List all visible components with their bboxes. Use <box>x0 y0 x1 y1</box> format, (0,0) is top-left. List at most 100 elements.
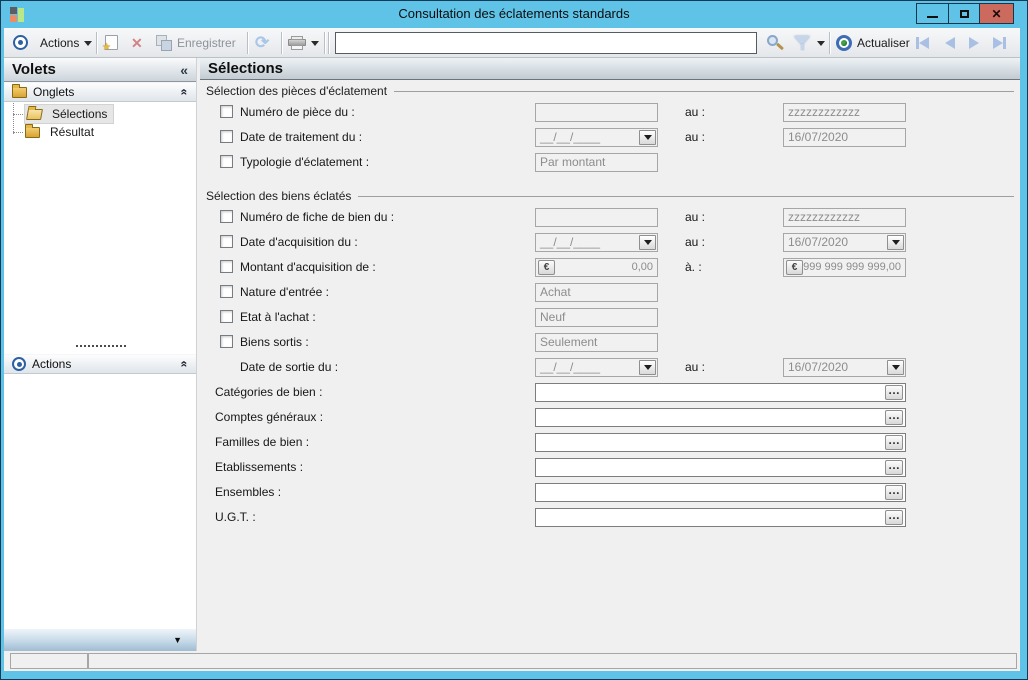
row-second-field: 16/07/2020 <box>783 358 906 377</box>
sidebar-item-label: Résultat <box>46 124 98 140</box>
sidebar-title: Volets <box>12 61 56 78</box>
onglets-section-label: Onglets <box>33 85 74 99</box>
filter-caret-icon[interactable] <box>817 41 825 46</box>
form-row: Numéro de fiche de bien du :au :zzzzzzzz… <box>200 205 1020 230</box>
row-first-field[interactable]: … <box>535 383 906 402</box>
sidebar-expander-bar[interactable]: ▼ <box>4 629 196 651</box>
lookup-ellipsis-button[interactable]: … <box>885 485 903 500</box>
between-label: au : <box>685 125 705 150</box>
row-label: Biens sortis : <box>240 330 309 355</box>
row-label: Date de traitement du : <box>240 125 362 150</box>
row-second-field: zzzzzzzzzzzz <box>783 103 906 122</box>
row-checkbox[interactable] <box>220 130 233 143</box>
statusbar <box>4 651 1020 671</box>
form-row: Date de sortie du :__/__/____au :16/07/2… <box>200 355 1020 380</box>
row-first-field: Seulement <box>535 333 658 352</box>
row-label: Typologie d'éclatement : <box>240 150 369 175</box>
expander-down-icon: ▼ <box>173 635 182 645</box>
tree-guide <box>13 132 23 133</box>
nav-previous-button[interactable] <box>945 37 955 49</box>
row-first-field[interactable]: … <box>535 458 906 477</box>
filter-button[interactable] <box>794 36 810 51</box>
row-label: Ensembles : <box>215 480 281 505</box>
delete-x-icon: ✕ <box>131 35 143 51</box>
nav-first-button[interactable] <box>916 37 929 49</box>
form-row: Montant d'acquisition de :€0,00à. :€999 … <box>200 255 1020 280</box>
row-checkbox[interactable] <box>220 335 233 348</box>
maximize-icon <box>960 10 969 18</box>
nav-last-button[interactable] <box>993 37 1006 49</box>
row-checkbox[interactable] <box>220 155 233 168</box>
field-value: zzzzzzzzzzzz <box>788 104 860 121</box>
row-checkbox[interactable] <box>220 285 233 298</box>
status-cell-left <box>10 653 88 669</box>
form-row: Etablissements : … <box>200 455 1020 480</box>
print-button[interactable] <box>288 36 306 51</box>
main-panel: Sélections Sélection des pièces d'éclate… <box>200 58 1020 651</box>
maximize-button[interactable] <box>948 4 979 23</box>
actions-menu-button[interactable]: Actions <box>40 28 79 58</box>
lookup-ellipsis-button[interactable]: … <box>885 410 903 425</box>
nav-next-button[interactable] <box>969 37 979 49</box>
save-button[interactable]: Enregistrer <box>177 28 236 58</box>
lookup-ellipsis-button[interactable]: … <box>885 435 903 450</box>
chevron-down-icon <box>892 240 900 245</box>
group-label: Sélection des biens éclatés <box>200 187 1020 205</box>
row-first-field: Neuf <box>535 308 658 327</box>
row-first-field[interactable]: … <box>535 483 906 502</box>
new-record-button[interactable]: ★ <box>105 35 118 50</box>
row-first-field[interactable]: … <box>535 408 906 427</box>
row-label: Catégories de bien : <box>215 380 322 405</box>
status-cell-main <box>88 653 1017 669</box>
refresh-button[interactable]: ⟳ <box>255 34 269 51</box>
minimize-button[interactable] <box>917 4 948 23</box>
row-checkbox[interactable] <box>220 210 233 223</box>
row-second-field: 16/07/2020 <box>783 128 906 147</box>
row-label: Etablissements : <box>215 455 303 480</box>
close-icon: ✕ <box>991 8 1001 20</box>
row-label: U.G.T. : <box>215 505 256 530</box>
row-label: Comptes généraux : <box>215 405 323 430</box>
delete-button[interactable]: ✕ <box>131 35 143 52</box>
row-label: Nature d'entrée : <box>240 280 329 305</box>
euro-button: € <box>538 260 555 275</box>
search-button[interactable] <box>767 35 785 53</box>
print-caret-icon[interactable] <box>311 41 319 46</box>
form-row: Familles de bien : … <box>200 430 1020 455</box>
sidebar-item-résultat[interactable]: Résultat <box>4 123 196 141</box>
onglets-section-header[interactable]: Onglets « <box>4 82 196 102</box>
actualiser-button[interactable]: Actualiser <box>857 28 910 58</box>
row-checkbox[interactable] <box>220 235 233 248</box>
actions-section-header[interactable]: Actions « <box>4 354 196 374</box>
sidebar-header: Volets « <box>4 58 196 82</box>
field-value: __/__/____ <box>540 129 600 146</box>
row-label: Familles de bien : <box>215 430 309 455</box>
row-checkbox[interactable] <box>220 310 233 323</box>
toolbar: Actions ★ ✕ Enregistrer ⟳ <box>4 28 1020 58</box>
lookup-ellipsis-button[interactable]: … <box>885 510 903 525</box>
lookup-ellipsis-button[interactable]: … <box>885 460 903 475</box>
toolbar-separator <box>829 32 830 54</box>
form-row: Date de traitement du : __/__/____ au : 16/… <box>200 125 1020 150</box>
save-icon <box>156 35 173 51</box>
collapse-section-icon[interactable]: « <box>178 361 192 368</box>
search-input[interactable] <box>335 32 757 54</box>
row-first-field: Par montant <box>535 153 658 172</box>
collapse-section-icon[interactable]: « <box>178 89 192 96</box>
sidebar-item-sélections[interactable]: Sélections <box>4 105 196 123</box>
row-checkbox[interactable] <box>220 105 233 118</box>
tree-item-box: Résultat <box>25 124 98 140</box>
field-value: 0,00 <box>632 259 653 276</box>
actions-caret-icon[interactable] <box>84 41 92 46</box>
lookup-ellipsis-button[interactable]: … <box>885 385 903 400</box>
chevron-down-icon <box>644 365 652 370</box>
form-row: Biens sortis : Seulement <box>200 330 1020 355</box>
close-button[interactable]: ✕ <box>979 4 1013 23</box>
toolbar-separator <box>324 32 325 54</box>
row-first-field[interactable]: … <box>535 433 906 452</box>
previous-record-icon <box>945 37 955 49</box>
sidebar-splitter-handle[interactable] <box>76 345 126 347</box>
row-first-field[interactable]: … <box>535 508 906 527</box>
sidebar-collapse-button[interactable]: « <box>180 62 188 78</box>
row-checkbox[interactable] <box>220 260 233 273</box>
